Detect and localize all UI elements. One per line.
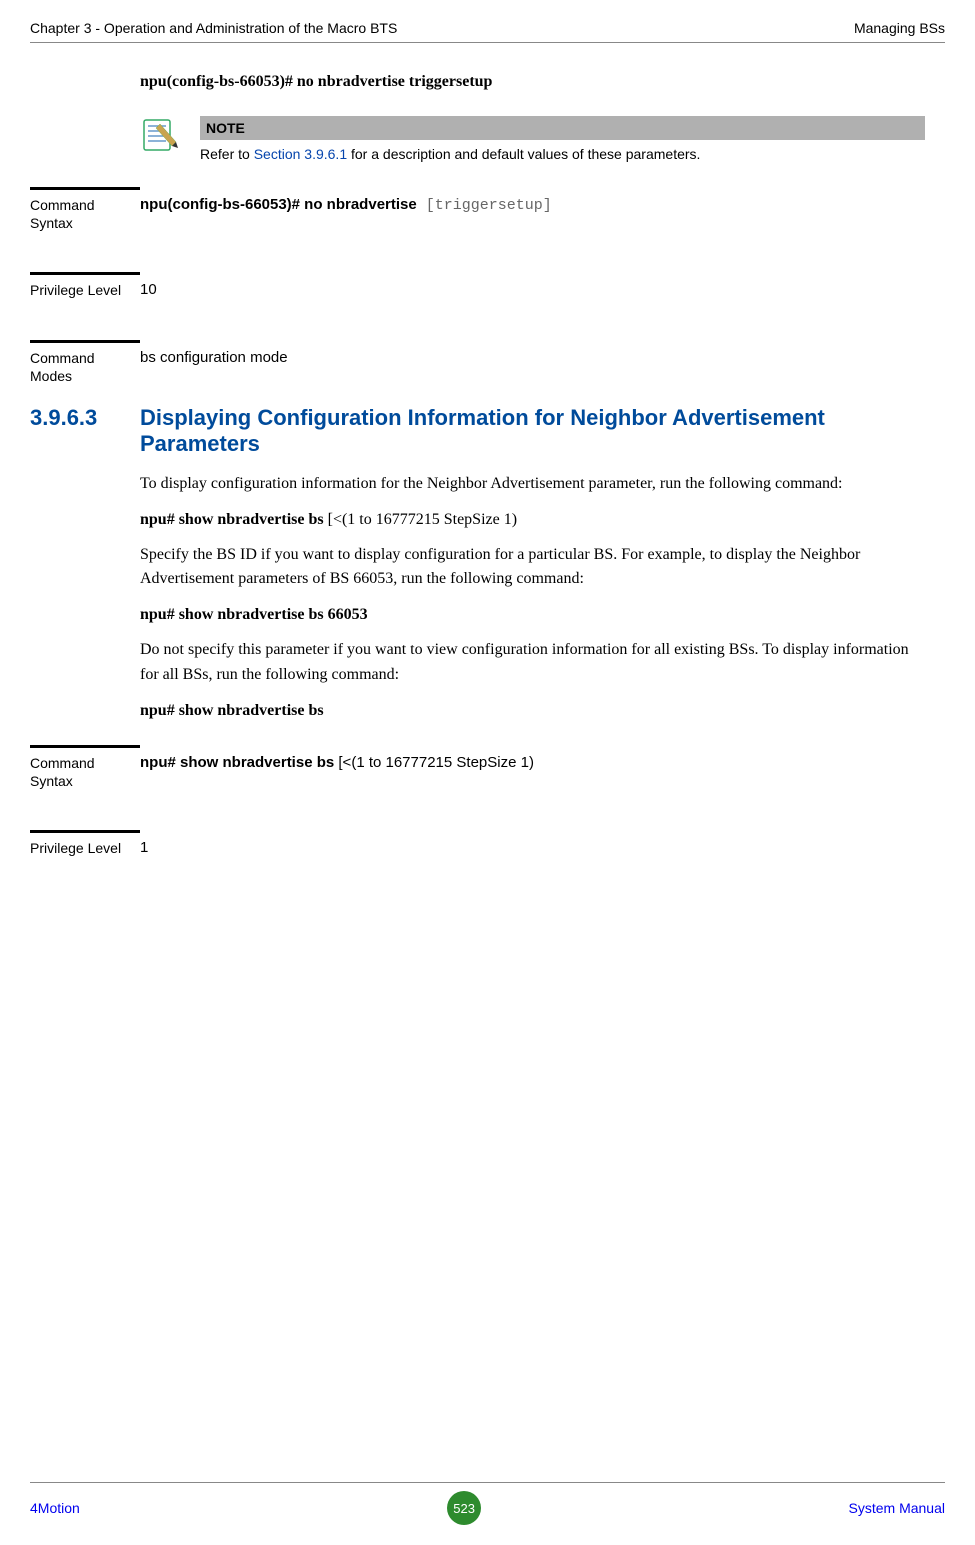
note-icon [140,116,180,156]
row-command-syntax-2: Command Syntax npu# show nbradvertise bs… [30,745,925,790]
page-header: Chapter 3 - Operation and Administration… [30,20,945,43]
paragraph: Do not specify this parameter if you wan… [140,638,925,688]
value-privilege-level: 1 [140,830,925,857]
value-command-syntax: npu# show nbradvertise bs [<(1 to 167772… [140,745,925,790]
paragraph: Specify the BS ID if you want to display… [140,543,925,593]
footer-right: System Manual [849,1500,945,1516]
command-example: npu# show nbradvertise bs [<(1 to 167772… [140,511,925,529]
value-command-modes: bs configuration mode [140,340,925,385]
label-command-syntax: Command Syntax [30,187,140,232]
command-example: npu# show nbradvertise bs [140,702,925,720]
section-heading: 3.9.6.3 Displaying Configuration Informa… [30,405,925,458]
row-privilege-level: Privilege Level 10 [30,272,925,299]
label-command-syntax: Command Syntax [30,745,140,790]
note-text: Refer to Section 3.9.6.1 for a descripti… [200,140,925,162]
header-left: Chapter 3 - Operation and Administration… [30,20,397,36]
page-number-badge: 523 [447,1491,481,1525]
section-link[interactable]: Section 3.9.6.1 [254,146,347,162]
footer-left: 4Motion [30,1500,80,1516]
paragraph: To display configuration information for… [140,472,925,497]
note-block: NOTE Refer to Section 3.9.6.1 for a desc… [140,116,925,162]
note-title: NOTE [200,116,925,140]
value-privilege-level: 10 [140,272,925,299]
row-privilege-level-2: Privilege Level 1 [30,830,925,857]
value-command-syntax: npu(config-bs-66053)# no nbradvertise [t… [140,187,925,232]
page-footer: 4Motion 523 System Manual [30,1482,945,1525]
label-privilege-level: Privilege Level [30,272,140,299]
section-number: 3.9.6.3 [30,405,140,458]
command-line: npu(config-bs-66053)# no nbradvertise tr… [140,73,925,91]
header-right: Managing BSs [854,20,945,36]
row-command-modes: Command Modes bs configuration mode [30,340,925,385]
command-example: npu# show nbradvertise bs 66053 [140,606,925,624]
row-command-syntax: Command Syntax npu(config-bs-66053)# no … [30,187,925,232]
section-title: Displaying Configuration Information for… [140,405,925,458]
label-privilege-level: Privilege Level [30,830,140,857]
label-command-modes: Command Modes [30,340,140,385]
